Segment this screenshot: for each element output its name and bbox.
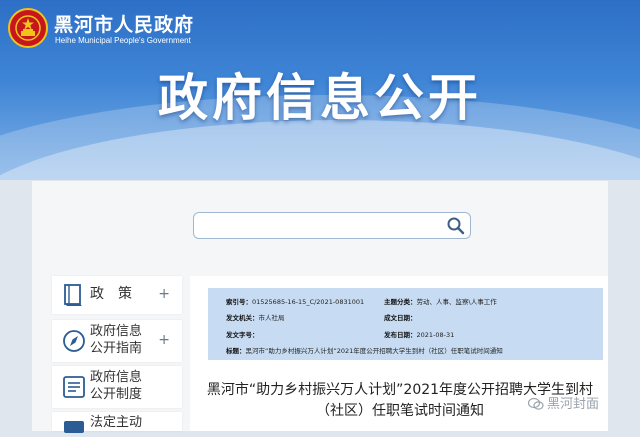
expand-icon[interactable]: + — [158, 286, 170, 302]
meta-doc-number: 发文字号： — [226, 329, 259, 339]
meta-key: 索引号： — [226, 298, 252, 306]
national-emblem-icon — [8, 8, 48, 48]
site-name[interactable]: 黑河市人民政府 — [54, 10, 194, 37]
sidebar-item-label: 法定主动 — [90, 415, 143, 430]
sidebar-item-rules[interactable]: 政府信息 公开制度 — [52, 366, 182, 408]
meta-key: 发文字号： — [226, 331, 259, 339]
sidebar-item-label: 政府信息 公开制度 — [90, 370, 143, 402]
meta-key: 成文日期： — [384, 314, 417, 322]
sidebar-item-statutory[interactable]: 法定主动 — [52, 412, 182, 433]
meta-value: 黑河市“助力乡村振兴万人计划”2021年度公开招聘大学生到村（社区）任职笔试时间… — [245, 347, 503, 355]
meta-value: 市人社局 — [258, 314, 285, 322]
meta-index: 索引号：01525685-16-15_C/2021-0831001 — [226, 296, 364, 306]
search-icon[interactable] — [446, 216, 466, 240]
meta-value: 01525685-16-15_C/2021-0831001 — [252, 298, 365, 306]
wechat-icon — [527, 397, 544, 415]
sidebar-item-guide[interactable]: 政府信息 公开指南 + — [52, 320, 182, 362]
sidebar-item-policy[interactable]: 政 策 + — [52, 276, 182, 314]
meta-key: 发布日期： — [384, 331, 417, 339]
sidebar-item-label: 政府信息 公开指南 — [90, 324, 143, 356]
meta-value: 劳动、人事、监察\人事工作 — [416, 298, 497, 306]
search-input[interactable] — [193, 212, 471, 239]
meta-value: 2021-08-31 — [416, 331, 455, 339]
site-name-english: Heihe Municipal People's Government — [55, 36, 191, 45]
meta-key: 标题： — [226, 347, 246, 355]
book-icon — [62, 282, 86, 312]
folder-icon — [62, 418, 86, 437]
list-icon — [62, 374, 86, 404]
meta-category: 主题分类：劳动、人事、监察\人事工作 — [384, 296, 497, 306]
sidebar-item-label: 政 策 — [90, 286, 132, 302]
meta-key: 发文机关： — [226, 314, 259, 322]
meta-key: 主题分类： — [384, 298, 417, 306]
document-metadata: 索引号：01525685-16-15_C/2021-0831001 主题分类：劳… — [208, 288, 603, 360]
page-title: 政府信息公开 — [158, 69, 482, 127]
compass-icon — [62, 328, 86, 358]
meta-publish-date: 发布日期：2021-08-31 — [384, 329, 454, 339]
watermark-text: 黑河封面 — [547, 397, 600, 412]
meta-title: 标题：黑河市“助力乡村振兴万人计划”2021年度公开招聘大学生到村（社区）任职笔… — [226, 345, 503, 355]
meta-date-written: 成文日期： — [384, 312, 417, 322]
expand-icon[interactable]: + — [158, 332, 170, 348]
meta-issuer: 发文机关：市人社局 — [226, 312, 285, 322]
watermark: 黑河封面 — [527, 393, 600, 415]
